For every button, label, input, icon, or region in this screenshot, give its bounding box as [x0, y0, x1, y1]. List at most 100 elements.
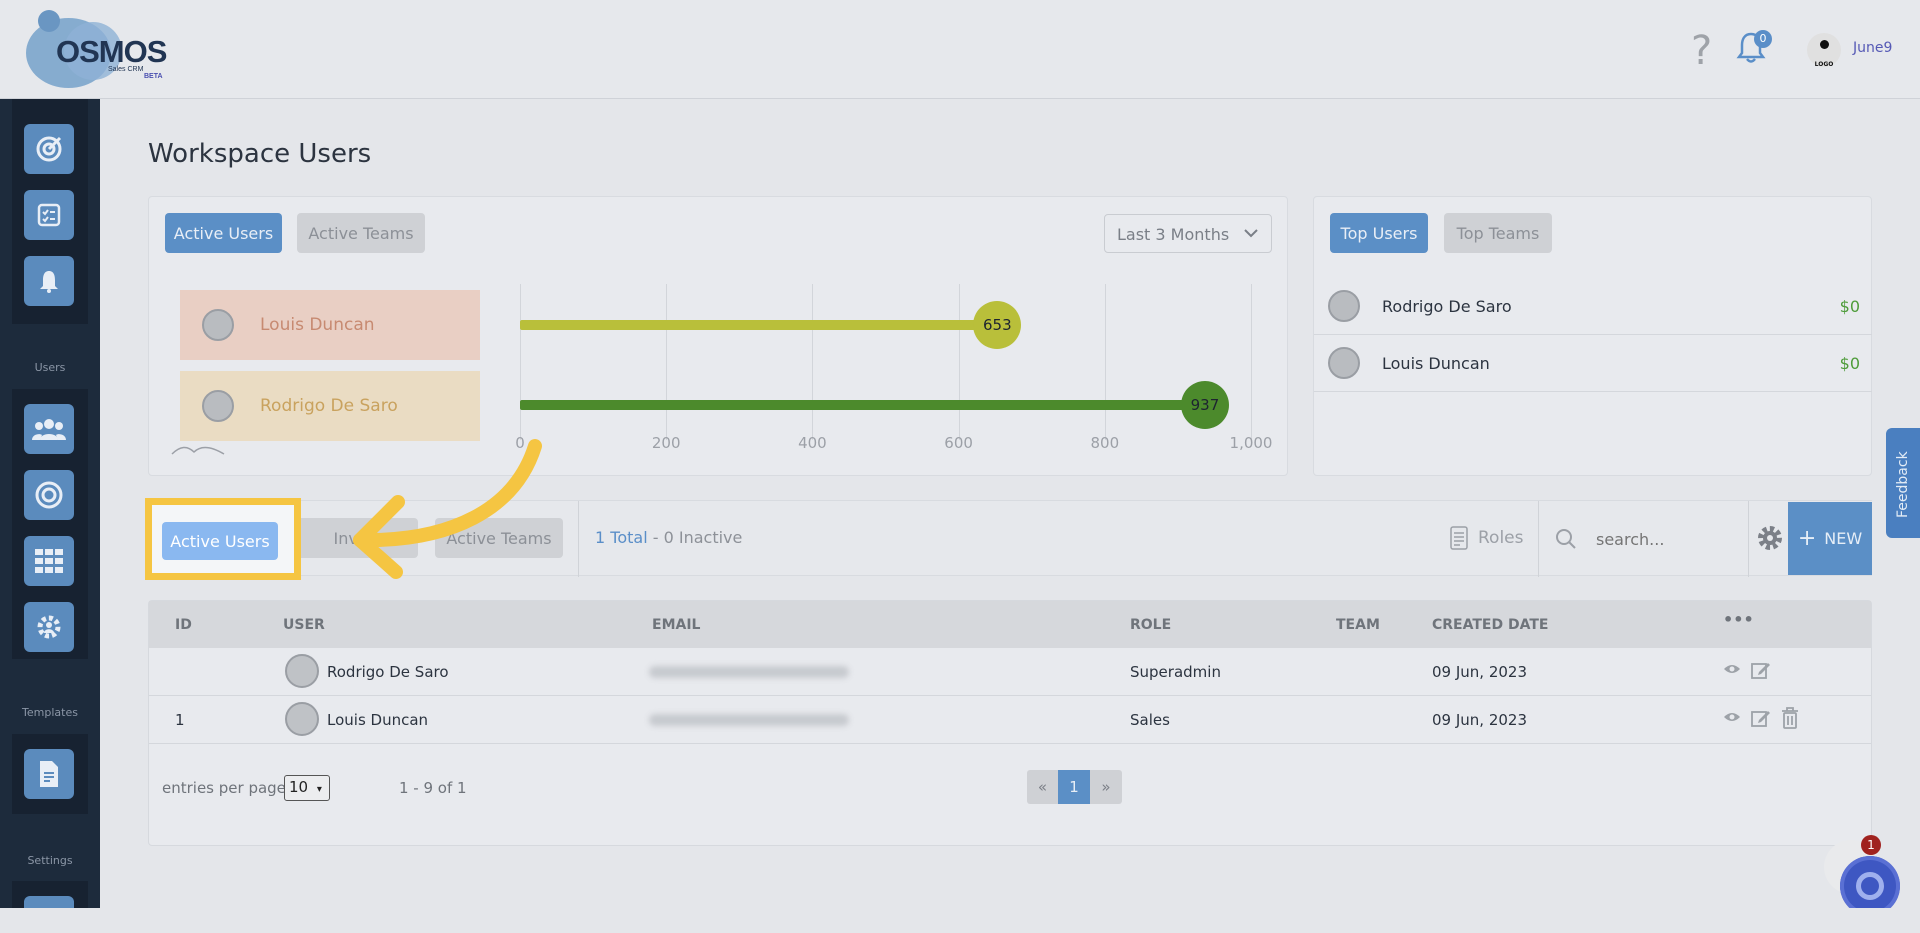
watermark-icon	[171, 446, 225, 455]
tab-active-users[interactable]: Active Users	[162, 522, 278, 560]
avatar-logo-text: LOGO	[1814, 61, 1834, 68]
total-count[interactable]: 1 Total	[595, 528, 648, 547]
next-page-button[interactable]: »	[1090, 770, 1122, 804]
sidebar-item-alerts[interactable]	[24, 256, 74, 306]
grid-line	[1104, 284, 1106, 440]
view-icon[interactable]	[1723, 662, 1741, 676]
entries-per-page-label: entries per page	[162, 779, 286, 797]
bar[interactable]	[520, 400, 1205, 410]
entries-per-page-select[interactable]: 10 ▾	[284, 775, 330, 801]
cell-created: 09 Jun, 2023	[1432, 663, 1528, 681]
chat-badge: 1	[1861, 835, 1881, 855]
edit-icon[interactable]	[1751, 708, 1771, 728]
sidebar-item-apps[interactable]	[24, 536, 74, 586]
chevron-down-icon: ▾	[316, 784, 322, 795]
plus-icon: +	[1797, 526, 1817, 551]
chat-ring-icon	[1856, 872, 1884, 900]
top-bar: OSMOS Sales CRM BETA ? 0 LOGO June9	[0, 0, 1920, 99]
prev-page-button[interactable]: «	[1027, 770, 1058, 804]
redacted-email	[649, 714, 849, 726]
sidebar-item-goals[interactable]	[24, 470, 74, 520]
tab-active-teams-chart[interactable]: Active Teams	[297, 213, 425, 253]
pointer-arrow-icon	[353, 439, 542, 579]
sidebar-section-label: Templates	[22, 706, 78, 719]
divider	[1538, 501, 1539, 577]
feedback-tab[interactable]: Feedback	[1886, 428, 1920, 538]
per-page-value: 10	[289, 778, 309, 796]
tab-active-users-chart[interactable]: Active Users	[165, 213, 282, 253]
x-tick-label: 600	[944, 434, 973, 452]
sidebar-item-tasks[interactable]	[24, 190, 74, 240]
target-icon	[36, 136, 62, 162]
column-header-created-date[interactable]: CREATED DATE	[1432, 617, 1548, 633]
sidebar-item-settings[interactable]	[24, 896, 74, 908]
ring-icon	[35, 481, 63, 509]
user-name[interactable]: June9	[1853, 40, 1892, 56]
top-user-row[interactable]: Louis Duncan $0	[1314, 335, 1872, 392]
avatar	[285, 702, 319, 736]
top-user-amount: $0	[1839, 296, 1860, 316]
grid-line	[1251, 284, 1252, 440]
cell-id: 1	[175, 711, 185, 729]
logo-subtitle: Sales CRM	[108, 66, 144, 73]
osmos-logo[interactable]: OSMOS Sales CRM BETA	[26, 8, 176, 90]
search-icon	[1556, 529, 1576, 549]
x-tick-label: 1,000	[1229, 434, 1273, 452]
sidebar-item-users[interactable]	[24, 404, 74, 454]
roles-label: Roles	[1478, 528, 1524, 548]
notification-badge: 0	[1754, 30, 1772, 48]
help-icon[interactable]: ?	[1691, 28, 1712, 74]
avatar	[202, 390, 234, 422]
bar[interactable]	[520, 320, 998, 330]
edit-icon[interactable]	[1751, 660, 1771, 680]
users-icon	[32, 419, 66, 440]
rank-row: Louis Duncan	[180, 290, 480, 360]
bar-value-label: 653	[973, 301, 1022, 349]
column-header-email[interactable]: EMAIL	[652, 617, 700, 633]
top-user-name: Rodrigo De Saro	[1382, 296, 1512, 316]
new-user-button[interactable]: + NEW	[1788, 502, 1872, 575]
roles-button[interactable]: Roles	[1450, 526, 1524, 550]
period-select[interactable]: Last 3 Months	[1104, 214, 1272, 253]
bottom-strip	[0, 908, 1920, 933]
gear-icon[interactable]	[1756, 524, 1784, 552]
column-header-team[interactable]: TEAM	[1336, 617, 1380, 633]
sidebar-item-templates[interactable]	[24, 749, 74, 799]
grid-icon	[35, 549, 63, 573]
search-input[interactable]	[1596, 527, 1736, 551]
x-tick-label: 200	[651, 434, 681, 452]
page-1-button[interactable]: 1	[1058, 770, 1090, 804]
column-header-user[interactable]: USER	[283, 617, 325, 633]
new-label: NEW	[1824, 529, 1863, 548]
sidebar-item-dashboard[interactable]	[24, 124, 74, 174]
page-title: Workspace Users	[148, 139, 372, 169]
view-icon[interactable]	[1723, 710, 1741, 724]
table-row[interactable]: Rodrigo De Saro Superadmin 09 Jun, 2023	[149, 648, 1871, 696]
tab-top-users[interactable]: Top Users	[1330, 213, 1428, 253]
account-avatar[interactable]: LOGO	[1807, 33, 1841, 68]
column-header-id[interactable]: ID	[175, 617, 192, 633]
top-user-row[interactable]: Rodrigo De Saro $0	[1314, 278, 1872, 335]
more-options-icon[interactable]: •••	[1723, 610, 1754, 629]
grid-line	[958, 284, 960, 440]
document-icon	[40, 761, 58, 787]
document-icon	[1450, 526, 1468, 550]
avatar	[202, 309, 234, 341]
chevron-down-icon	[1244, 229, 1258, 238]
beta-tag: BETA	[144, 73, 163, 80]
inactive-count[interactable]: 0 Inactive	[664, 528, 743, 547]
column-header-role[interactable]: ROLE	[1130, 617, 1171, 633]
table-row[interactable]: 1 Louis Duncan Sales 09 Jun, 2023	[149, 696, 1871, 744]
avatar	[1328, 290, 1360, 322]
chat-button[interactable]	[1840, 856, 1900, 916]
team-gear-icon	[37, 615, 61, 639]
trash-icon[interactable]	[1781, 707, 1799, 729]
user-summary: 1 Total - 0 Inactive	[595, 528, 742, 547]
sidebar-item-team-settings[interactable]	[24, 602, 74, 652]
cell-user: Louis Duncan	[327, 711, 429, 729]
cell-user: Rodrigo De Saro	[327, 663, 449, 681]
divider	[578, 501, 579, 577]
tab-top-teams[interactable]: Top Teams	[1444, 213, 1552, 253]
feedback-label: Feedback	[1895, 451, 1911, 518]
sidebar-section-label: Settings	[27, 854, 73, 867]
